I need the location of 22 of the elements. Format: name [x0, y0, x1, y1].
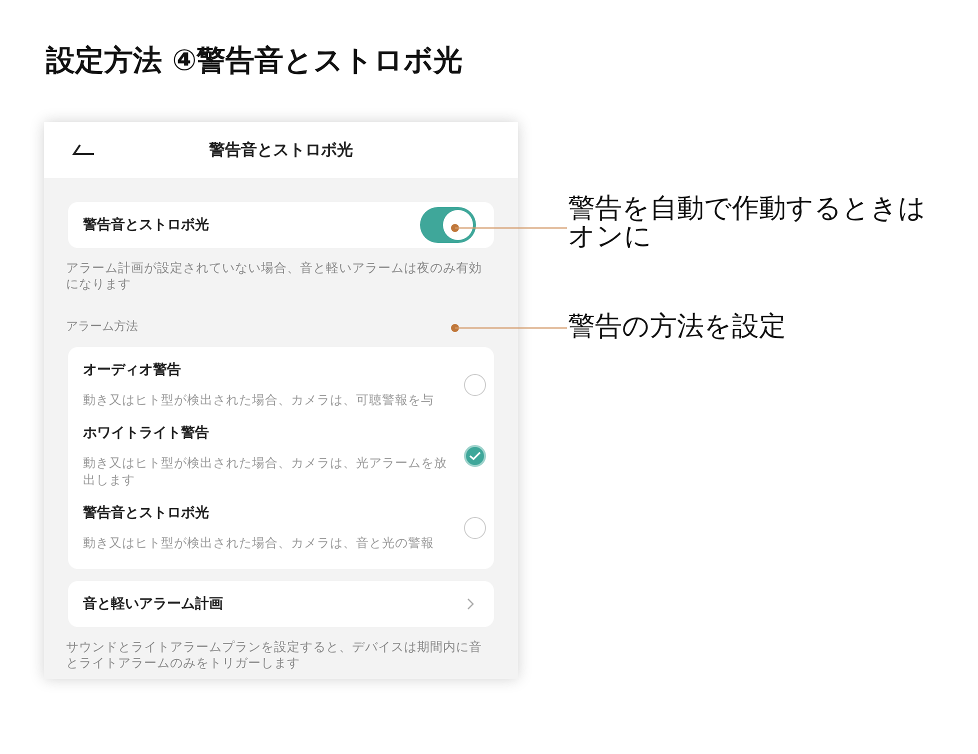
toggle-note: アラーム計画が設定されていない場合、音と軽いアラームは夜のみ有効になります [66, 260, 483, 292]
annotation-text: 警告を自動で作動するときはオンに [568, 195, 927, 251]
toggle-switch[interactable] [420, 207, 476, 243]
check-icon [469, 451, 481, 461]
method-title: 警告音とストロボ光 [83, 504, 210, 522]
radio-button[interactable] [464, 516, 486, 538]
radio-button[interactable] [464, 374, 486, 396]
plan-row[interactable]: 音と軽いアラーム計画 [68, 581, 494, 627]
chevron-right-icon [467, 598, 474, 610]
toggle-label: 警告音とストロボ光 [83, 216, 209, 234]
method-description: 動き又はヒト型が検出された場合、カメラは、音と光の警報 [83, 534, 435, 551]
section-label: アラーム方法 [66, 318, 139, 335]
plan-label: 音と軽いアラーム計画 [83, 595, 223, 613]
method-title: オーディオ警告 [83, 361, 182, 379]
page-heading: 設定方法 ④警告音とストロボ光 [44, 42, 464, 79]
annotation-text: 警告の方法を設定 [568, 313, 787, 341]
method-title: ホワイトライト警告 [83, 424, 210, 442]
method-description: 動き又はヒト型が検出された場合、カメラは、光アラームを放出します [83, 454, 448, 488]
radio-button[interactable] [464, 445, 486, 467]
plan-note: サウンドとライトアラームプランを設定すると、デバイスは期間内に音とライトアラームのみをトリガーします [66, 639, 483, 671]
screen-title: 警告音とストロボ光 [209, 140, 353, 160]
method-description: 動き又はヒト型が検出された場合、カメラは、可聴警報を与 [83, 391, 435, 408]
